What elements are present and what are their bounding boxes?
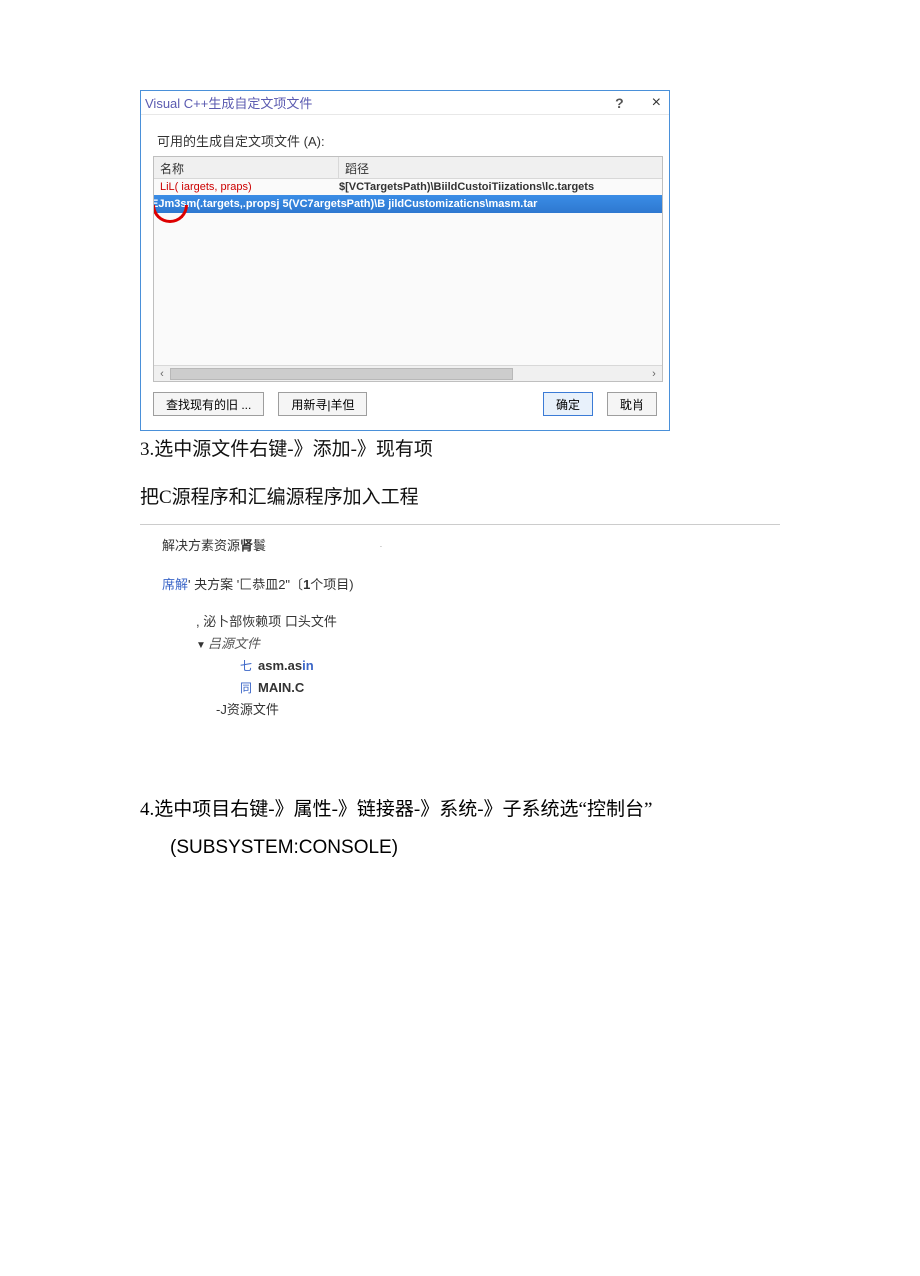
horizontal-scrollbar[interactable]: ‹ › (154, 365, 662, 381)
c-file-icon: 同 (240, 678, 258, 698)
solution-explorer-title: 解决方素资源肾鬟 · (162, 535, 660, 554)
header-path[interactable]: 蹈径 (339, 157, 662, 178)
solution-tree: , 泌卜部恢赖项 口头文件 ▼吕源文件 七asm.asin 同MAIN.C -J… (162, 611, 660, 721)
dialog-title: Visual C++生成自定文项文件 (145, 93, 615, 112)
customization-list[interactable]: 名称 蹈径 LiL( iargets, praps) $[VCTargetsPa… (153, 156, 663, 382)
sol-title-bold: 肾 (240, 538, 253, 553)
src-folder-label: 吕源文件 (208, 636, 260, 651)
step-3-sub-text: 把C源程序和汇编源程序加入工程 (140, 483, 780, 513)
source-files-folder[interactable]: ▼吕源文件 (196, 633, 660, 655)
row-path: $[VCTargetsPath)\BiildCustoiTiizations\l… (339, 181, 594, 193)
step-4-block: 4.选中项目右键-》属性-》链接器-》系统-》子系统选“控制台” (SUBSYS… (0, 791, 780, 867)
close-icon[interactable]: × (652, 94, 661, 112)
list-row-selected[interactable]: jEJm3sm(.targets,.propsj 5(VC7argetsPath… (153, 195, 663, 213)
header-name[interactable]: 名称 (154, 157, 339, 178)
sol-line-blue: 席解 (162, 577, 188, 592)
file-asm-name: asm.as (258, 658, 302, 673)
solution-explorer-panel: 解决方素资源肾鬟 · 席解' 夬方案 '匚恭皿2"〔1个项目) , 泌卜部恢赖项… (140, 531, 660, 721)
divider (140, 524, 780, 525)
step-3-text: 3.选中源文件右键-》添加-》现有项 (140, 435, 780, 465)
row-name: LiL( iargets, praps) (154, 181, 339, 193)
ok-button[interactable]: 确定 (543, 392, 593, 416)
scroll-thumb[interactable] (170, 368, 513, 380)
refresh-button[interactable]: 用新寻|羊但 (278, 392, 367, 416)
external-deps-folder[interactable]: , 泌卜部恢赖项 口头文件 (196, 611, 660, 633)
title-bar: Visual C++生成自定文项文件 ? × (141, 91, 669, 115)
build-customization-dialog: Visual C++生成自定文项文件 ? × 可用的生成自定文项文件 (A): … (140, 90, 670, 431)
help-icon[interactable]: ? (615, 95, 624, 111)
red-annotation-circle (153, 205, 188, 223)
available-files-label: 可用的生成自定文项文件 (A): (157, 131, 663, 150)
list-header: 名称 蹈径 (154, 157, 662, 179)
subsystem-text: (SUBSYSTEM:CONSOLE) (170, 829, 780, 867)
find-existing-button[interactable]: 查找现有的旧 ... (153, 392, 264, 416)
file-main-name: MAIN.C (258, 680, 304, 695)
asm-file-icon: 七 (240, 656, 258, 676)
scroll-left-icon[interactable]: ‹ (154, 366, 170, 382)
search-icon[interactable]: · (380, 542, 383, 551)
dialog-body: 可用的生成自定文项文件 (A): 名称 蹈径 LiL( iargets, pra… (141, 115, 669, 430)
file-asm-suffix: in (302, 658, 314, 673)
file-asm[interactable]: 七asm.asin (196, 655, 660, 677)
file-main-c[interactable]: 同MAIN.C (196, 677, 660, 699)
sol-line-suffix: 个项目) (310, 577, 353, 592)
sol-line-mid: ' 夬方案 '匚恭皿2"〔 (188, 577, 303, 592)
dialog-buttons: 查找现有的旧 ... 用新寻|羊但 确定 耽肖 (153, 382, 663, 424)
scroll-track[interactable] (170, 366, 646, 382)
expand-icon[interactable]: ▼ (196, 637, 208, 654)
sol-title-suffix: 鬟 (253, 538, 266, 553)
cancel-button[interactable]: 耽肖 (607, 392, 657, 416)
solution-root[interactable]: 席解' 夬方案 '匚恭皿2"〔1个项目) (162, 574, 660, 593)
sol-title-prefix: 解决方素资源 (162, 538, 240, 553)
resource-files-folder[interactable]: -J资源文件 (196, 699, 660, 721)
step-4-text: 4.选中项目右键-》属性-》链接器-》系统-》子系统选“控制台” (140, 791, 780, 829)
scroll-right-icon[interactable]: › (646, 366, 662, 382)
list-row[interactable]: LiL( iargets, praps) $[VCTargetsPath)\Bi… (154, 179, 662, 195)
